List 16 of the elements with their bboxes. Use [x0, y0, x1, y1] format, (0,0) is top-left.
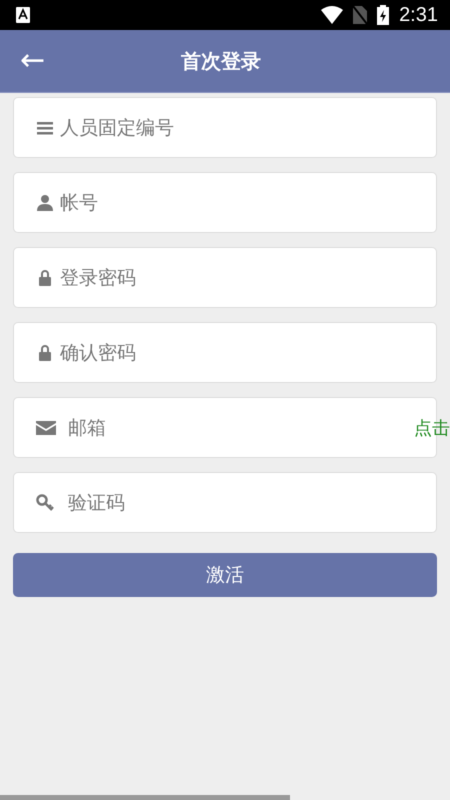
- status-time: 2:31: [399, 4, 438, 26]
- input-field[interactable]: 人员固定编号: [13, 97, 437, 158]
- password-field[interactable]: 登录密码: [13, 247, 437, 308]
- app-notification-icon: [16, 7, 30, 23]
- no-sim-icon: [353, 6, 368, 24]
- password-field[interactable]: 确认密码: [13, 322, 437, 383]
- back-button[interactable]: ←: [14, 46, 52, 76]
- activate-button[interactable]: 激活: [13, 553, 437, 597]
- input-field[interactable]: 帐号: [13, 172, 437, 233]
- page-title: 首次登录: [181, 48, 262, 74]
- input-field[interactable]: 验证码: [13, 472, 437, 533]
- battery-icon: [377, 5, 390, 25]
- envelope-icon: [35, 418, 57, 436]
- wifi-icon: [321, 6, 344, 24]
- key-icon: [35, 492, 55, 512]
- user-icon: [35, 192, 55, 212]
